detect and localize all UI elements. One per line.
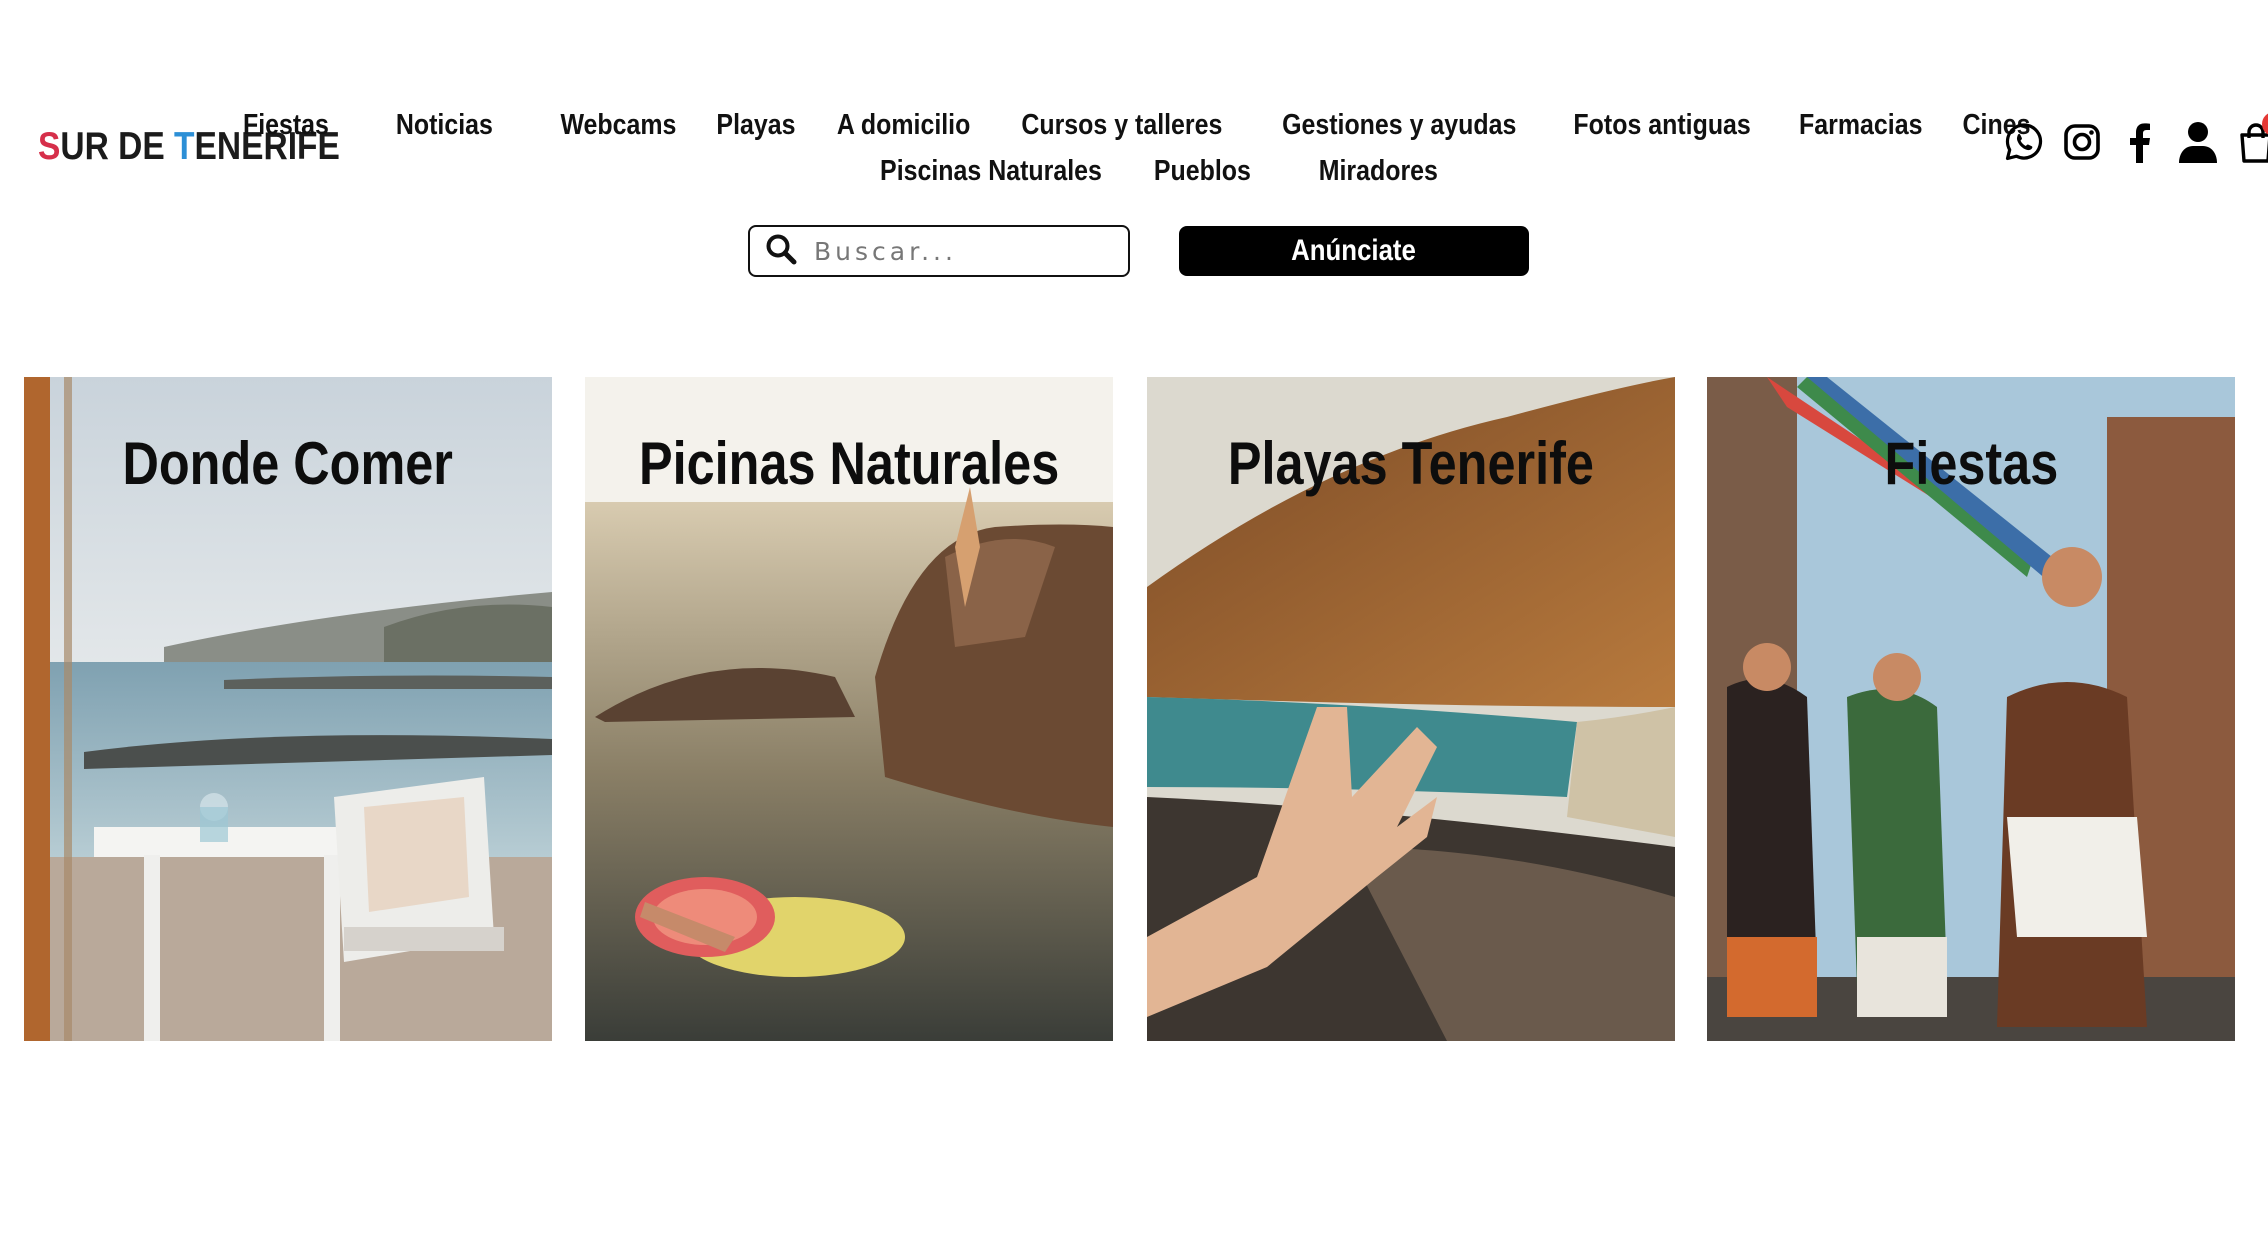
logo-letter-t: T: [174, 125, 195, 168]
search-box[interactable]: [748, 225, 1130, 277]
nav-item-playas[interactable]: Playas: [706, 102, 806, 148]
nav-item-gestiones-y-ayudas[interactable]: Gestiones y ayudas: [1271, 102, 1526, 148]
logo-text-1: UR DE: [60, 125, 175, 168]
nav-item-cursos-y-talleres[interactable]: Cursos y talleres: [1011, 102, 1233, 148]
nav-item-a-domicilio[interactable]: A domicilio: [826, 102, 980, 148]
card-title: Fiestas: [1707, 429, 2235, 498]
nav-item-fotos-antiguas[interactable]: Fotos antiguas: [1563, 102, 1761, 148]
nav-item-webcams[interactable]: Webcams: [550, 102, 687, 148]
user-icon[interactable]: [2176, 120, 2220, 164]
card-donde-comer[interactable]: Donde Comer: [24, 377, 552, 1041]
nav-item-fiestas[interactable]: Fiestas: [233, 102, 364, 148]
card-playas-tenerife[interactable]: Playas Tenerife: [1147, 377, 1675, 1041]
card-piscinas-naturales[interactable]: Picinas Naturales: [585, 377, 1113, 1041]
card-title: Picinas Naturales: [585, 429, 1113, 498]
card-title-text: Playas Tenerife: [1227, 430, 1595, 497]
logo-letter-s: S: [38, 125, 61, 168]
nav-item-miradores[interactable]: Miradores: [1308, 148, 1448, 194]
card-title-text: Donde Comer: [122, 430, 454, 497]
nav-row-2: Piscinas Naturales Pueblos Miradores: [410, 148, 1900, 194]
anunciate-button[interactable]: Anúnciate: [1179, 226, 1529, 276]
card-title: Donde Comer: [24, 429, 552, 498]
main-nav: Fiestas Noticias Webcams Playas A domici…: [243, 102, 2030, 194]
search-input[interactable]: [812, 235, 1116, 267]
anunciate-label: Anúnciate: [1291, 234, 1417, 267]
nav-item-farmacias[interactable]: Farmacias: [1789, 102, 1933, 148]
nav-item-piscinas-naturales[interactable]: Piscinas Naturales: [870, 148, 1112, 194]
facebook-icon[interactable]: [2118, 120, 2162, 164]
whatsapp-icon[interactable]: [2002, 120, 2046, 164]
card-title-text: Fiestas: [1884, 430, 2058, 497]
nav-row-1: Fiestas Noticias Webcams Playas A domici…: [243, 102, 2030, 148]
instagram-icon[interactable]: [2060, 120, 2104, 164]
card-title-text: Picinas Naturales: [638, 430, 1060, 497]
cart-icon[interactable]: 0: [2234, 112, 2268, 164]
card-title: Playas Tenerife: [1147, 429, 1675, 498]
nav-item-noticias[interactable]: Noticias: [386, 102, 528, 148]
header-icons: 0: [2002, 112, 2268, 170]
search-icon: [764, 232, 798, 271]
nav-item-pueblos[interactable]: Pueblos: [1144, 148, 1286, 194]
card-fiestas[interactable]: Fiestas: [1707, 377, 2235, 1041]
